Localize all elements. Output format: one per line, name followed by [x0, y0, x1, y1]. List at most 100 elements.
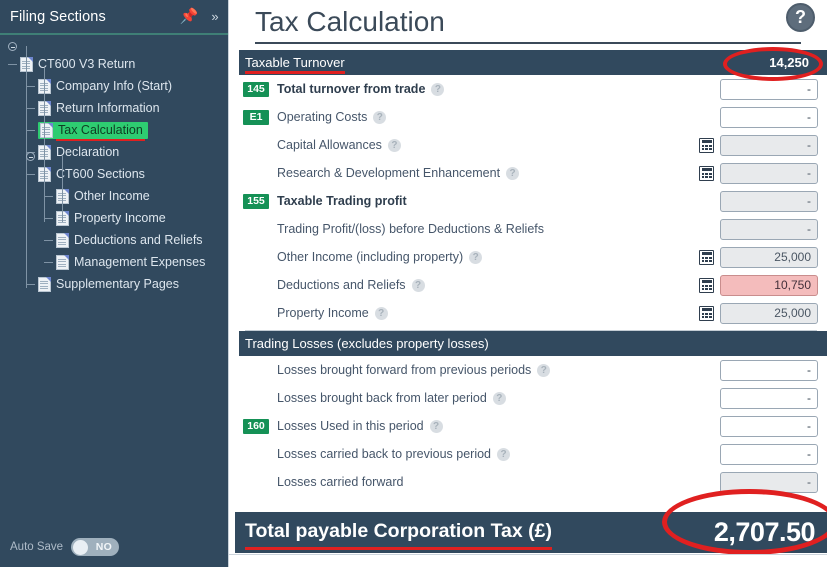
help-icon-glyph: ?	[795, 6, 806, 27]
autosave-toggle[interactable]: NO	[71, 538, 120, 556]
help-icon[interactable]: ?	[537, 364, 551, 378]
sidebar-item-declaration[interactable]: Declaration	[0, 141, 228, 163]
sidebar-item-management-expenses[interactable]: Management Expenses	[0, 251, 228, 273]
section-total-value: 14,250	[769, 55, 809, 70]
sidebar-header-actions: 📌 »	[176, 0, 228, 33]
sidebar-item-label: Company Info (Start)	[56, 78, 173, 93]
form-row-label: Deductions and Reliefs?	[277, 277, 425, 293]
form-row-label-text: Deductions and Reliefs	[277, 277, 406, 292]
box-number-badge: E1	[243, 109, 269, 125]
badge-placeholder	[243, 250, 269, 265]
form-row-label-text: Losses brought forward from previous per…	[277, 362, 532, 377]
help-icon[interactable]: ?	[373, 111, 387, 125]
sidebar-item-content: Property Income	[56, 210, 166, 226]
badge-placeholder	[243, 475, 269, 490]
calculator-icon[interactable]	[699, 305, 714, 321]
amount-input[interactable]: -	[720, 78, 818, 100]
document-icon	[56, 254, 69, 270]
form-row-label: Other Income (including property)?	[277, 250, 483, 265]
badge-placeholder	[243, 138, 269, 153]
tree-connector	[44, 240, 53, 241]
amount-input[interactable]: -	[720, 415, 818, 437]
sidebar-item-content: Tax Calculation	[38, 121, 148, 141]
help-icon[interactable]: ?	[492, 392, 506, 406]
sidebar-item-ct600-sections[interactable]: CT600 Sections	[0, 163, 228, 185]
sidebar-item-deductions-and-reliefs[interactable]: Deductions and Reliefs	[0, 229, 228, 251]
amount-input[interactable]: -	[720, 443, 818, 465]
badge-placeholder	[243, 166, 269, 181]
tree-expander-root[interactable]	[8, 42, 17, 51]
sidebar-item-label: Tax Calculation	[58, 122, 143, 137]
tree-connector	[26, 284, 35, 285]
badge-placeholder	[243, 278, 269, 293]
help-icon[interactable]: ?	[374, 307, 388, 321]
form-row-label: Capital Allowances?	[277, 138, 401, 153]
title-divider	[255, 42, 801, 44]
document-icon	[38, 276, 51, 292]
help-icon[interactable]: ?	[469, 251, 483, 265]
help-icon[interactable]: ?	[786, 3, 815, 32]
form-row-label: Total turnover from trade?	[277, 82, 445, 97]
calculator-icon[interactable]	[699, 249, 714, 265]
form-row-controls: -	[699, 103, 827, 131]
form-row-controls: 10,750	[699, 271, 827, 299]
form-row-controls: -	[699, 75, 827, 103]
total-payable-label: Total payable Corporation Tax (£)	[245, 520, 552, 550]
help-icon[interactable]: ?	[431, 83, 445, 97]
form-row-label: Losses carried forward	[277, 475, 403, 489]
form-row-controls: -	[699, 384, 827, 412]
tree-connector	[44, 262, 53, 263]
amount-input[interactable]: -	[720, 359, 818, 381]
box-number-badge: 155	[243, 193, 269, 209]
form-row-controls: -	[699, 215, 827, 243]
help-icon[interactable]: ?	[506, 167, 520, 181]
sidebar-item-property-income[interactable]: Property Income	[0, 207, 228, 229]
tree-expander-ct600-sections[interactable]	[26, 152, 35, 161]
amount-input: 25,000	[720, 246, 818, 268]
calculator-icon[interactable]	[699, 165, 714, 181]
badge-placeholder	[243, 447, 269, 462]
form-row: Other Income (including property)? 25,000	[237, 243, 827, 271]
calculator-icon[interactable]	[699, 137, 714, 153]
section-header-trading-losses-excludes-property-losses: Trading Losses (excludes property losses…	[239, 331, 827, 356]
sidebar-item-label: CT600 Sections	[56, 166, 145, 181]
help-icon[interactable]: ?	[429, 420, 443, 434]
form-row-label-text: Taxable Trading profit	[277, 194, 407, 208]
autosave-label: Auto Save	[10, 541, 64, 553]
sidebar-item-content: Management Expenses	[56, 254, 205, 270]
form-row-controls: -	[699, 159, 827, 187]
section-title: Taxable Turnover	[245, 55, 345, 74]
form-row-label: Losses Used in this period?	[277, 418, 443, 434]
amount-input: -	[720, 190, 818, 212]
amount-input[interactable]: -	[720, 387, 818, 409]
form-row-label-text: Losses Used in this period	[277, 418, 424, 433]
form-row-controls: -	[699, 356, 827, 384]
amount-input: -	[720, 162, 818, 184]
collapse-sidebar-button[interactable]: »	[202, 0, 228, 33]
sidebar-item-tax-calculation[interactable]: Tax Calculation	[0, 119, 228, 141]
tree-connector	[26, 86, 35, 87]
sidebar-item-company-info-start[interactable]: Company Info (Start)	[0, 75, 228, 97]
sidebar-item-label: Property Income	[74, 210, 166, 225]
form-row: Research & Development Enhancement? -	[237, 159, 827, 187]
amount-input: -	[720, 134, 818, 156]
amount-input[interactable]: -	[720, 106, 818, 128]
pin-icon[interactable]: 📌	[176, 0, 202, 33]
sidebar-item-supplementary-pages[interactable]: Supplementary Pages	[0, 273, 228, 295]
sidebar-item-ct600-v3-return[interactable]: CT600 V3 Return	[0, 53, 228, 75]
tree-connector	[26, 174, 35, 175]
help-icon[interactable]: ?	[411, 279, 425, 293]
form-row-label: Research & Development Enhancement?	[277, 166, 520, 181]
form-row-controls: 25,000	[699, 243, 827, 271]
sidebar-item-other-income[interactable]: Other Income	[0, 185, 228, 207]
calculator-icon[interactable]	[699, 277, 714, 293]
sidebar-item-label: CT600 V3 Return	[38, 56, 136, 71]
total-payable-value: 2,707.50	[713, 517, 816, 547]
badge-placeholder	[243, 363, 269, 378]
sidebar-item-return-information[interactable]: Return Information	[0, 97, 228, 119]
help-icon[interactable]: ?	[497, 448, 511, 462]
help-icon[interactable]: ?	[387, 139, 401, 153]
form-row-label-text: Operating Costs	[277, 109, 368, 124]
form-row-controls: -	[699, 187, 827, 215]
section-title-underline-annotation	[245, 70, 345, 74]
